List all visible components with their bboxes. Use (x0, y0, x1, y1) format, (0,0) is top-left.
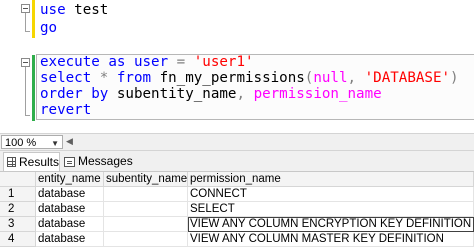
row-number[interactable]: 2 (0, 202, 36, 217)
code-line-1: use test (40, 2, 109, 18)
code-line-2: go (40, 20, 58, 36)
row-number[interactable]: 3 (0, 217, 36, 232)
table-cell-selected[interactable]: VIEW ANY COLUMN ENCRYPTION KEY DEFINITIO… (188, 217, 474, 232)
table-cell[interactable]: VIEW ANY COLUMN MASTER KEY DEFINITION (188, 232, 474, 247)
table-row[interactable]: 3 database VIEW ANY COLUMN ENCRYPTION KE… (0, 217, 474, 232)
messages-icon (64, 156, 75, 167)
zoom-value: 100 % (5, 137, 37, 149)
tab-messages-label: Messages (78, 154, 133, 168)
row-number[interactable]: 1 (0, 187, 36, 202)
select-all-corner[interactable] (0, 172, 36, 187)
table-cell[interactable]: database (36, 187, 104, 202)
table-cell[interactable]: database (36, 202, 104, 217)
code-line-5: order by subentity_name, permission_name (40, 86, 382, 102)
column-header[interactable]: subentity_name (104, 172, 188, 187)
column-header[interactable]: permission_name (188, 172, 474, 187)
column-header[interactable]: entity_name (36, 172, 104, 187)
grid-header-row: entity_name subentity_name permission_na… (0, 172, 474, 187)
table-cell[interactable]: SELECT (188, 202, 474, 217)
change-marker-saved (32, 55, 35, 121)
table-row[interactable]: 4 database VIEW ANY COLUMN MASTER KEY DE… (0, 232, 474, 247)
table-cell[interactable]: database (36, 217, 104, 232)
results-tabs: Results Messages (0, 151, 474, 172)
row-number[interactable]: 4 (0, 232, 36, 247)
scroll-left-icon[interactable]: ◀ (66, 136, 73, 147)
table-row[interactable]: 2 database SELECT (0, 202, 474, 217)
table-cell[interactable] (104, 187, 188, 202)
table-cell[interactable]: database (36, 232, 104, 247)
table-cell[interactable] (104, 217, 188, 232)
results-grid[interactable]: entity_name subentity_name permission_na… (0, 172, 474, 250)
code-line-6: revert (40, 102, 92, 118)
table-cell[interactable] (104, 202, 188, 217)
zoom-bar: 100 % ▼ ◀ (0, 133, 474, 151)
table-cell[interactable] (104, 232, 188, 247)
sql-editor[interactable]: use test go execute as user = 'user1' se… (0, 0, 474, 132)
tab-results[interactable]: Results (3, 152, 60, 171)
tab-messages[interactable]: Messages (62, 152, 133, 171)
table-row[interactable]: 1 database CONNECT (0, 187, 474, 202)
fold-toggle-icon[interactable] (21, 58, 30, 67)
zoom-dropdown[interactable]: 100 % ▼ (1, 135, 63, 149)
fold-toggle-icon[interactable] (21, 4, 30, 13)
change-marker-unsaved (32, 0, 35, 38)
grid-icon (7, 157, 16, 167)
table-cell[interactable]: CONNECT (188, 187, 474, 202)
chevron-down-icon: ▼ (51, 139, 59, 148)
tab-results-label: Results (18, 154, 59, 169)
